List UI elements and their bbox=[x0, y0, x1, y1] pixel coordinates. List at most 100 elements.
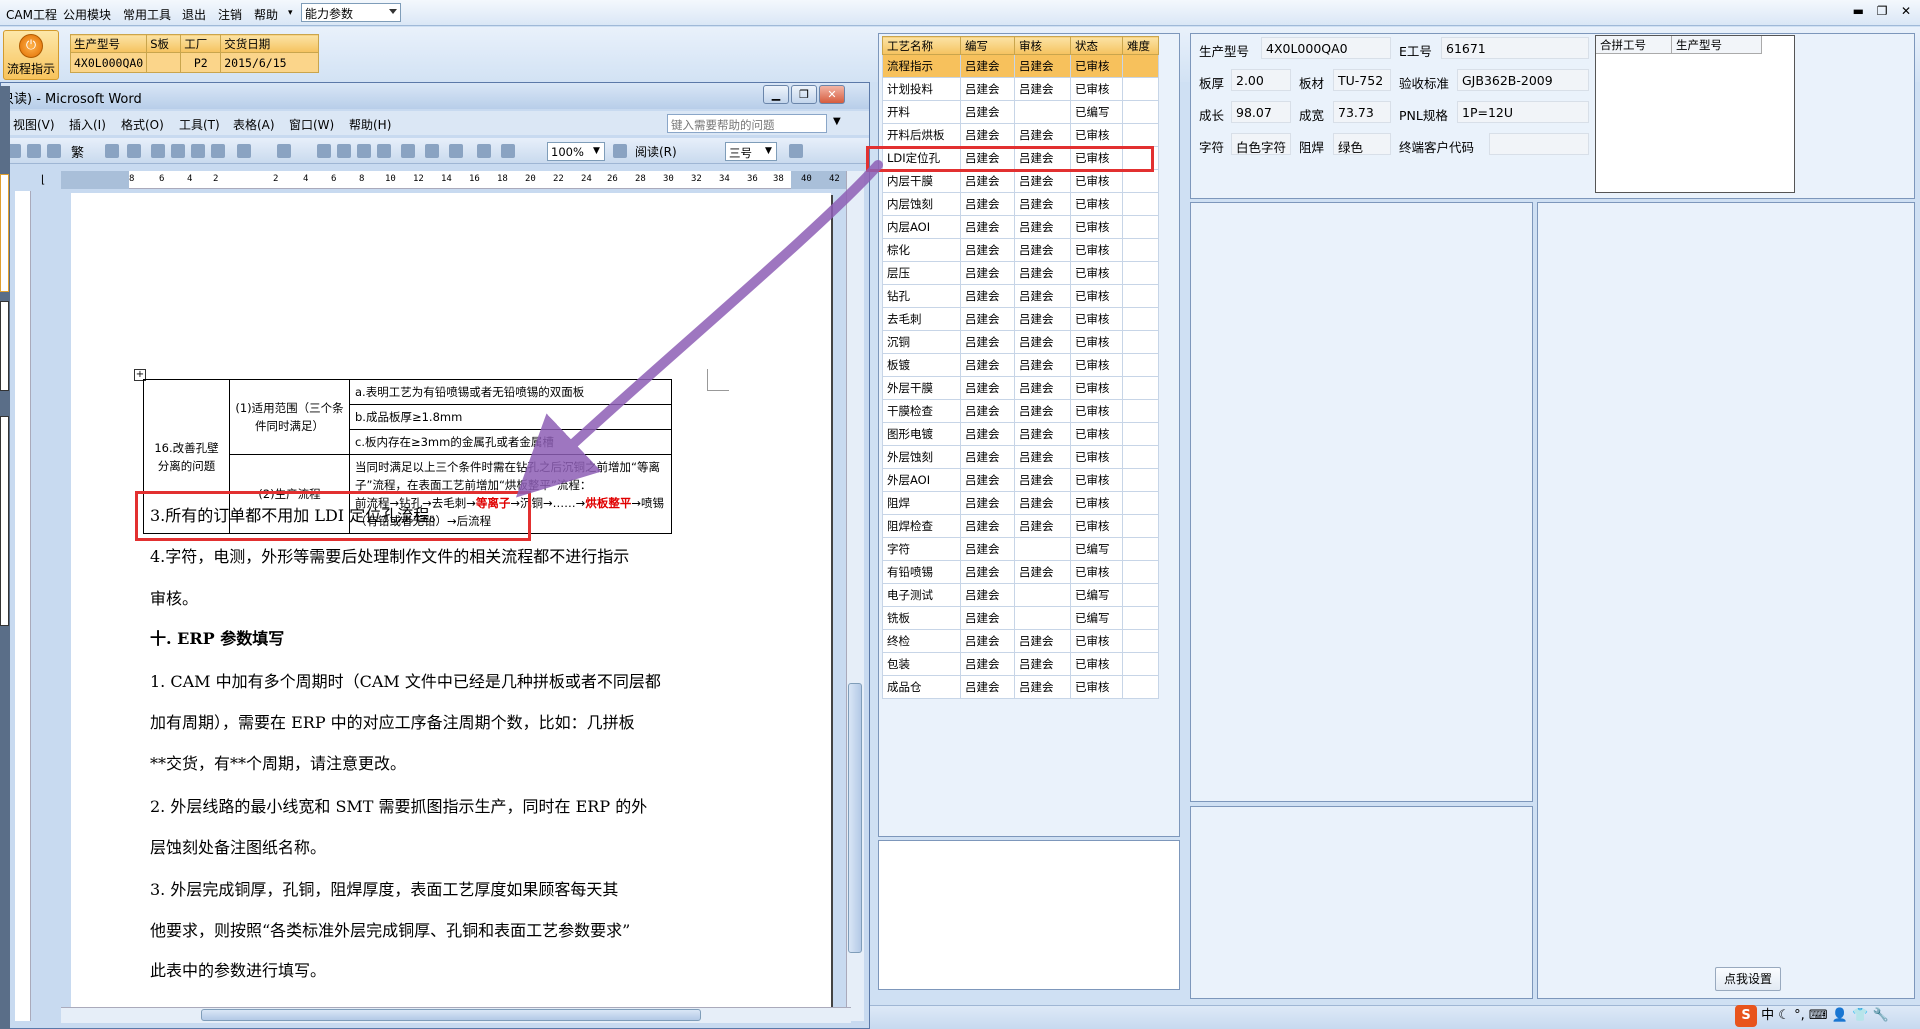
process-cell[interactable]: 吕建会 bbox=[1014, 192, 1071, 216]
process-cell[interactable]: 吕建会 bbox=[1014, 77, 1071, 101]
process-cell[interactable]: 吕建会 bbox=[960, 307, 1015, 331]
format-painter-icon[interactable] bbox=[211, 144, 225, 158]
process-cell[interactable]: 开料后烘板 bbox=[882, 123, 961, 147]
process-cell[interactable]: 吕建会 bbox=[960, 652, 1015, 676]
length-field[interactable]: 98.07 bbox=[1231, 101, 1291, 123]
wrench-icon[interactable]: 🔧 bbox=[1872, 1008, 1888, 1023]
process-cell[interactable]: 开料 bbox=[882, 100, 961, 124]
process-cell[interactable]: 吕建会 bbox=[960, 353, 1015, 377]
process-cell[interactable]: 已编写 bbox=[1070, 606, 1123, 630]
thickness-field[interactable]: 2.00 bbox=[1231, 69, 1291, 91]
process-cell[interactable]: 吕建会 bbox=[960, 583, 1015, 607]
process-cell[interactable]: 已编写 bbox=[1070, 100, 1123, 124]
process-cell[interactable]: 字符 bbox=[882, 537, 961, 561]
process-cell[interactable]: 吕建会 bbox=[1014, 169, 1071, 193]
process-cell[interactable]: 吕建会 bbox=[1014, 307, 1071, 331]
process-cell[interactable]: 已审核 bbox=[1070, 376, 1123, 400]
process-cell[interactable]: 棕化 bbox=[882, 238, 961, 262]
process-cell[interactable] bbox=[1122, 169, 1159, 193]
process-cell[interactable] bbox=[1122, 491, 1159, 515]
tables-borders-icon[interactable] bbox=[337, 144, 351, 158]
process-cell[interactable]: 吕建会 bbox=[960, 330, 1015, 354]
process-cell[interactable]: 有铅喷锡 bbox=[882, 560, 961, 584]
process-cell[interactable]: 电子测试 bbox=[882, 583, 961, 607]
process-cell[interactable]: 吕建会 bbox=[1014, 422, 1071, 446]
punctuation-icon[interactable]: °, bbox=[1794, 1008, 1805, 1023]
process-cell[interactable]: 已审核 bbox=[1070, 192, 1123, 216]
process-cell[interactable]: 已审核 bbox=[1070, 399, 1123, 423]
word-menu-window[interactable]: 窗口(W) bbox=[289, 116, 334, 133]
document-map-icon[interactable] bbox=[477, 144, 491, 158]
process-cell[interactable]: 已审核 bbox=[1070, 77, 1123, 101]
process-cell[interactable]: 层压 bbox=[882, 261, 961, 285]
process-cell[interactable]: 已编写 bbox=[1070, 583, 1123, 607]
horizontal-ruler[interactable] bbox=[61, 171, 851, 189]
process-cell[interactable]: 吕建会 bbox=[960, 491, 1015, 515]
process-row[interactable]: 沉铜 吕建会 吕建会 已审核 bbox=[882, 330, 1159, 354]
capability-param-combo[interactable]: 能力参数 bbox=[301, 3, 401, 22]
process-cell[interactable] bbox=[1122, 583, 1159, 607]
menu-logout[interactable]: 注销 bbox=[218, 6, 242, 23]
process-row[interactable]: 开料 吕建会 已编写 bbox=[882, 100, 1159, 124]
process-cell[interactable]: 已审核 bbox=[1070, 353, 1123, 377]
process-cell[interactable]: 包装 bbox=[882, 652, 961, 676]
order-header-sboard[interactable]: S板 bbox=[146, 34, 182, 53]
pnl-field[interactable]: 1P=12U bbox=[1457, 101, 1589, 123]
proc-header-author[interactable]: 编写 bbox=[960, 36, 1015, 55]
process-cell[interactable]: 外层蚀刻 bbox=[882, 445, 961, 469]
process-cell[interactable]: 吕建会 bbox=[960, 54, 1015, 78]
process-row[interactable]: 图形电镀 吕建会 吕建会 已审核 bbox=[882, 422, 1159, 446]
settings-button[interactable]: 点我设置 bbox=[1715, 967, 1781, 991]
process-cell[interactable]: 已审核 bbox=[1070, 652, 1123, 676]
process-cell[interactable] bbox=[1122, 399, 1159, 423]
process-cell[interactable]: 阻焊 bbox=[882, 491, 961, 515]
flow-instruction-button[interactable]: ⏻ 流程指示 bbox=[3, 30, 59, 80]
drawing-icon[interactable] bbox=[449, 144, 463, 158]
process-cell[interactable]: 吕建会 bbox=[960, 606, 1015, 630]
horizontal-scroll-thumb[interactable] bbox=[201, 1009, 701, 1021]
preview-icon[interactable] bbox=[47, 144, 61, 158]
word-menu-table[interactable]: 表格(A) bbox=[233, 116, 275, 133]
process-cell[interactable]: 吕建会 bbox=[960, 399, 1015, 423]
customer-code-field[interactable] bbox=[1489, 133, 1589, 155]
redo-icon[interactable] bbox=[277, 144, 291, 158]
character-field[interactable]: 白色字符 bbox=[1231, 133, 1291, 155]
process-cell[interactable]: 已审核 bbox=[1070, 284, 1123, 308]
help-question-input[interactable]: 键入需要帮助的问题 bbox=[667, 114, 827, 133]
process-cell[interactable]: 已审核 bbox=[1070, 54, 1123, 78]
vertical-scroll-thumb[interactable] bbox=[848, 683, 862, 953]
chevron-down-icon[interactable]: ▼ bbox=[593, 146, 600, 156]
model-field[interactable]: 4X0L000QA0 bbox=[1261, 37, 1391, 59]
process-cell[interactable]: 干膜检查 bbox=[882, 399, 961, 423]
process-cell[interactable] bbox=[1122, 629, 1159, 653]
process-cell[interactable]: 已审核 bbox=[1070, 422, 1123, 446]
process-row[interactable]: 终检 吕建会 吕建会 已审核 bbox=[882, 629, 1159, 653]
word-menu-insert[interactable]: 插入(I) bbox=[69, 116, 106, 133]
hyperlink-icon[interactable] bbox=[317, 144, 331, 158]
help-icon[interactable] bbox=[613, 144, 627, 158]
process-cell[interactable] bbox=[1122, 652, 1159, 676]
process-cell[interactable]: 吕建会 bbox=[960, 537, 1015, 561]
close-icon[interactable]: ✕ bbox=[819, 85, 845, 104]
process-cell[interactable]: 已审核 bbox=[1070, 560, 1123, 584]
process-cell[interactable]: 内层AOI bbox=[882, 215, 961, 239]
process-row[interactable]: 去毛刺 吕建会 吕建会 已审核 bbox=[882, 307, 1159, 331]
process-cell[interactable]: 计划投料 bbox=[882, 77, 961, 101]
process-cell[interactable] bbox=[1014, 606, 1071, 630]
process-cell[interactable]: 吕建会 bbox=[1014, 652, 1071, 676]
process-cell[interactable]: 吕建会 bbox=[960, 629, 1015, 653]
process-cell[interactable]: 外层AOI bbox=[882, 468, 961, 492]
process-row[interactable]: 板镀 吕建会 吕建会 已审核 bbox=[882, 353, 1159, 377]
process-cell[interactable]: 已审核 bbox=[1070, 629, 1123, 653]
process-cell[interactable]: 吕建会 bbox=[1014, 215, 1071, 239]
process-row[interactable]: 层压 吕建会 吕建会 已审核 bbox=[882, 261, 1159, 285]
process-cell[interactable]: 阻焊检查 bbox=[882, 514, 961, 538]
proc-header-difficulty[interactable]: 难度 bbox=[1122, 36, 1159, 55]
highlight-icon[interactable] bbox=[789, 144, 803, 158]
process-cell[interactable] bbox=[1122, 77, 1159, 101]
process-cell[interactable] bbox=[1122, 54, 1159, 78]
process-cell[interactable]: 板镀 bbox=[882, 353, 961, 377]
process-cell[interactable]: 已审核 bbox=[1070, 261, 1123, 285]
process-row[interactable]: 内层AOI 吕建会 吕建会 已审核 bbox=[882, 215, 1159, 239]
process-row[interactable]: 干膜检查 吕建会 吕建会 已审核 bbox=[882, 399, 1159, 423]
